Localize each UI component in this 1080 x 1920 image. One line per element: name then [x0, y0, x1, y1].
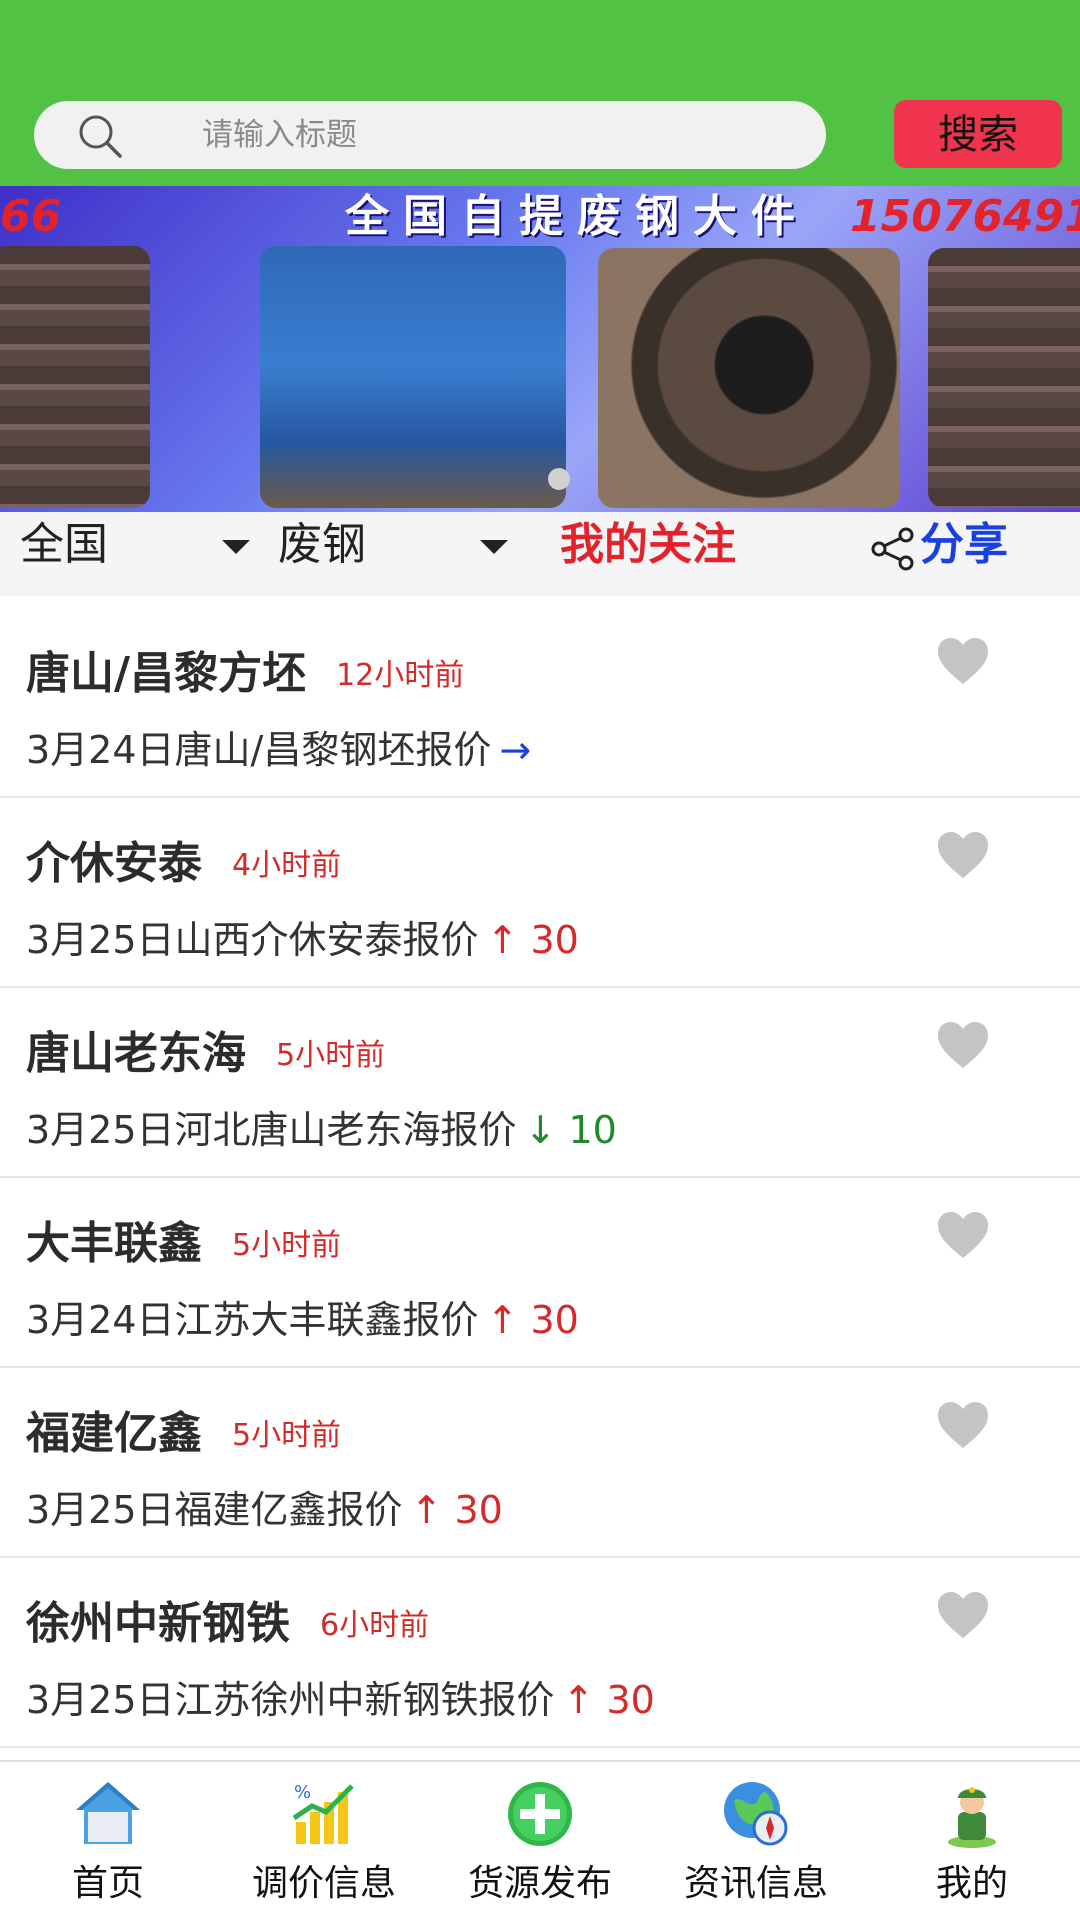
banner-photo-blue-machinery [260, 246, 566, 508]
banner-phone: 1507649166 [850, 191, 1080, 242]
item-desc: 3月25日福建亿鑫报价 [26, 1488, 403, 1532]
nav-label: 我的 [935, 1863, 1008, 1904]
search-placeholder: 请输入标题 [202, 117, 357, 153]
nav-item-price-updates[interactable]: % 调价信息 [216, 1762, 432, 1920]
share-button[interactable]: 分享 [920, 512, 1008, 578]
nav-item-news[interactable]: 资讯信息 [648, 1762, 864, 1920]
promo-banner[interactable]: 66 全国自提废钢大件 1507649166 [0, 186, 1080, 512]
banner-phone-left: 66 [0, 191, 62, 242]
header-bar: 请输入标题 搜索 [0, 0, 1080, 186]
banner-photo-gear-wheel [598, 248, 900, 508]
trend-value: 10 [568, 1108, 617, 1152]
globe-compass-icon [724, 1782, 788, 1846]
add-circle-icon [508, 1782, 572, 1846]
item-title: 徐州中新钢铁 [26, 1598, 290, 1649]
trend-arrow-icon: ↑ [562, 1678, 595, 1722]
heart-icon[interactable] [936, 636, 990, 686]
search-icon [79, 115, 122, 158]
nav-item-publish-supply[interactable]: 货源发布 [432, 1762, 648, 1920]
search-button[interactable]: 搜索 [894, 100, 1062, 168]
trend-value: 30 [530, 918, 579, 962]
category-filter[interactable]: 废钢 [278, 512, 366, 578]
region-dropdown-arrow-icon[interactable] [222, 540, 250, 554]
trend-arrow-icon: → [499, 728, 532, 772]
item-time: 6小时前 [320, 1608, 430, 1643]
list-item[interactable]: 唐山/昌黎方坯 12小时前 3月24日唐山/昌黎钢坯报价 → [0, 596, 1080, 798]
banner-title: 全国自提废钢大件 [345, 191, 809, 242]
soldier-avatar-icon [948, 1787, 996, 1848]
banner-photo-steel-blocks [0, 246, 150, 508]
share-icon[interactable] [870, 526, 916, 572]
slider-dot-indicator[interactable] [548, 468, 570, 490]
trend-value: 30 [530, 1298, 579, 1342]
nav-label: 首页 [71, 1863, 144, 1904]
item-desc: 3月25日江苏徐州中新钢铁报价 [26, 1678, 555, 1722]
item-time: 5小时前 [232, 1418, 342, 1453]
my-follow-link[interactable]: 我的关注 [560, 512, 736, 578]
category-dropdown-arrow-icon[interactable] [480, 540, 508, 554]
heart-icon[interactable] [936, 1020, 990, 1070]
item-title: 大丰联鑫 [26, 1218, 202, 1269]
item-title: 唐山老东海 [26, 1028, 246, 1079]
nav-label: 调价信息 [251, 1863, 396, 1904]
item-title: 介休安泰 [26, 838, 202, 889]
nav-label: 资讯信息 [683, 1863, 828, 1904]
banner-photo-steel-stack [928, 248, 1080, 508]
trend-value: 30 [606, 1678, 655, 1722]
price-list: 唐山/昌黎方坯 12小时前 3月24日唐山/昌黎钢坯报价 → 介休安泰 4小时前 3月… [0, 596, 1080, 1748]
nav-item-home[interactable]: 首页 [0, 1762, 216, 1920]
item-desc: 3月24日唐山/昌黎钢坯报价 [26, 728, 492, 772]
item-title: 福建亿鑫 [26, 1408, 202, 1459]
item-time: 5小时前 [232, 1228, 342, 1263]
item-desc: 3月25日山西介休安泰报价 [26, 918, 479, 962]
list-item[interactable]: 福建亿鑫 5小时前 3月25日福建亿鑫报价 ↑ 30 [0, 1368, 1080, 1558]
region-filter[interactable]: 全国 [20, 512, 108, 578]
item-desc: 3月25日河北唐山老东海报价 [26, 1108, 517, 1152]
list-item[interactable]: 介休安泰 4小时前 3月25日山西介休安泰报价 ↑ 30 [0, 798, 1080, 988]
trend-arrow-icon: ↑ [486, 1298, 519, 1342]
trend-value: 30 [454, 1488, 503, 1532]
heart-icon[interactable] [936, 1210, 990, 1260]
list-item[interactable]: 徐州中新钢铁 6小时前 3月25日江苏徐州中新钢铁报价 ↑ 30 [0, 1558, 1080, 1748]
app-screen: 请输入标题 搜索 66 全国自提废钢大件 1507649166 全国 废钢 我的… [0, 0, 1080, 1920]
item-desc: 3月24日江苏大丰联鑫报价 [26, 1298, 479, 1342]
bottom-nav: 首页 % 调价信息 货源发布 资讯信息 我的 [0, 1760, 1080, 1920]
nav-label: 货源发布 [467, 1863, 612, 1904]
item-title: 唐山/昌黎方坯 [26, 648, 307, 699]
list-item[interactable]: 唐山老东海 5小时前 3月25日河北唐山老东海报价 ↓ 10 [0, 988, 1080, 1178]
svg-text:%: % [294, 1782, 311, 1803]
trend-arrow-icon: ↑ [486, 918, 519, 962]
item-time: 12小时前 [336, 658, 465, 693]
trend-arrow-icon: ↓ [524, 1108, 557, 1152]
trend-arrow-icon: ↑ [410, 1488, 443, 1532]
heart-icon[interactable] [936, 1400, 990, 1450]
price-chart-icon: % [292, 1782, 354, 1844]
home-icon [76, 1782, 140, 1844]
search-input[interactable]: 请输入标题 [34, 101, 826, 169]
item-time: 5小时前 [276, 1038, 386, 1073]
filter-bar: 全国 废钢 我的关注 分享 [0, 512, 1080, 596]
heart-icon[interactable] [936, 1590, 990, 1640]
list-item[interactable]: 大丰联鑫 5小时前 3月24日江苏大丰联鑫报价 ↑ 30 [0, 1178, 1080, 1368]
item-time: 4小时前 [232, 848, 342, 883]
heart-icon[interactable] [936, 830, 990, 880]
nav-item-mine[interactable]: 我的 [864, 1762, 1080, 1920]
